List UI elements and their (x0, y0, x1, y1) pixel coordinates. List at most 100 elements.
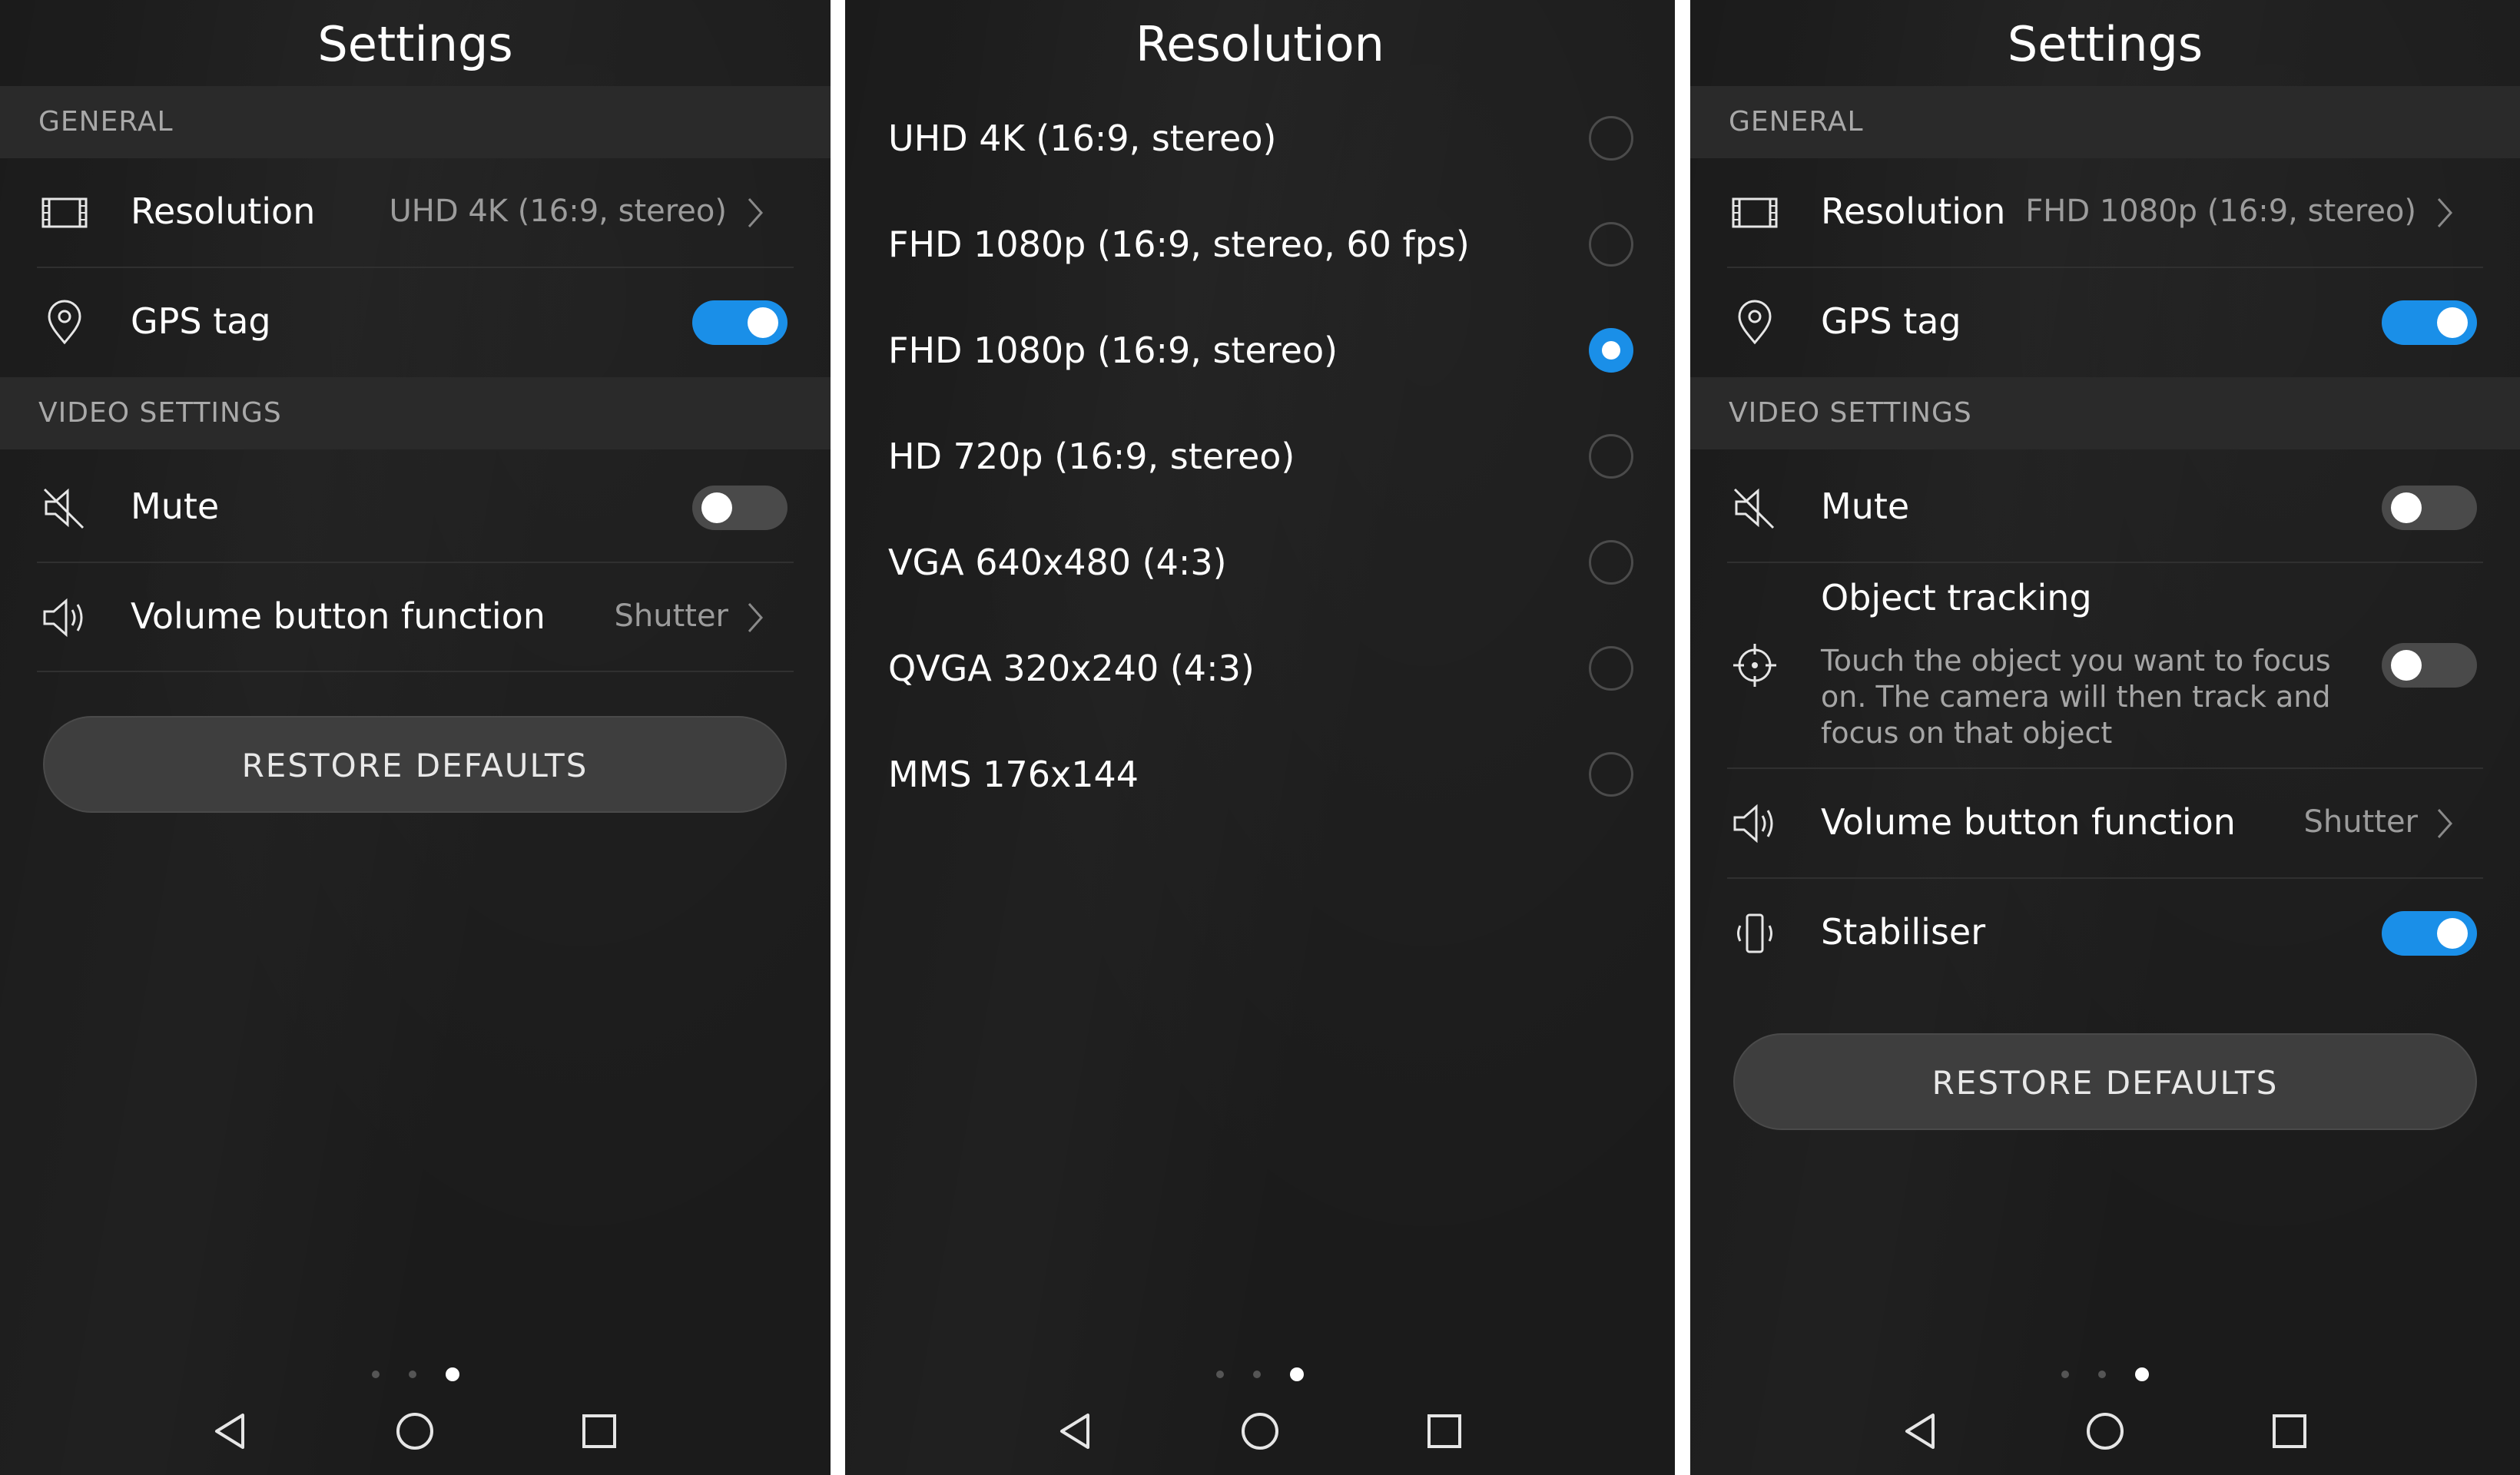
chevron-right-icon (2429, 190, 2460, 236)
section-header-video-settings: VIDEO SETTINGS (1690, 377, 2520, 449)
stabiliser-label: Stabiliser (1821, 911, 1986, 953)
resolution-label: Resolution (1821, 191, 2006, 232)
mute-toggle[interactable] (692, 486, 788, 530)
gps-tag-label: GPS tag (1821, 300, 1961, 342)
resolution-option[interactable]: MMS 176x144 (845, 721, 1675, 827)
speaker-muted-icon (38, 482, 91, 534)
navigation-bar (0, 1397, 831, 1466)
back-icon[interactable] (1887, 1397, 1956, 1466)
crosshair-icon (1729, 639, 1781, 691)
home-icon[interactable] (2071, 1397, 2140, 1466)
gps-tag-row[interactable]: GPS tag (1690, 268, 2520, 377)
back-icon[interactable] (1042, 1397, 1111, 1466)
mute-row[interactable]: Mute (1690, 453, 2520, 562)
radio-button[interactable] (1589, 434, 1633, 479)
resolution-value: FHD 1080p (16:9, stereo) (2025, 194, 2416, 229)
radio-button[interactable] (1589, 116, 1633, 161)
chevron-right-icon (740, 595, 771, 641)
resolution-option[interactable]: UHD 4K (16:9, stereo) (845, 85, 1675, 191)
mute-row[interactable]: Mute (0, 453, 831, 562)
resolution-row[interactable]: Resolution FHD 1080p (16:9, stereo) (1690, 158, 2520, 267)
volume-button-function-label: Volume button function (1821, 801, 2236, 843)
speaker-icon (38, 592, 91, 644)
toggle-knob (2437, 918, 2468, 949)
speaker-muted-icon (1729, 482, 1781, 534)
toggle-knob (701, 492, 732, 523)
page-indicator (1690, 1366, 2520, 1381)
radio-button-selected[interactable] (1589, 328, 1633, 373)
stabiliser-row[interactable]: Stabiliser (1690, 879, 2520, 988)
volume-button-function-value: Shutter (2303, 804, 2418, 840)
recents-icon[interactable] (1410, 1397, 1479, 1466)
resolution-option[interactable]: QVGA 320x240 (4:3) (845, 615, 1675, 721)
navigation-bar (1690, 1397, 2520, 1466)
gps-tag-toggle[interactable] (2382, 300, 2477, 345)
resolution-option[interactable]: FHD 1080p (16:9, stereo, 60 fps) (845, 191, 1675, 297)
film-frame-icon (38, 187, 91, 239)
resolution-option[interactable]: VGA 640x480 (4:3) (845, 509, 1675, 615)
radio-button[interactable] (1589, 540, 1633, 585)
phone-shake-icon (1729, 907, 1781, 960)
film-frame-icon (1729, 187, 1781, 239)
stabiliser-toggle[interactable] (2382, 911, 2477, 956)
page-title: Resolution (1136, 16, 1384, 72)
volume-button-function-label: Volume button function (131, 595, 545, 637)
page-dot (408, 1370, 416, 1378)
object-tracking-row[interactable]: Object tracking Touch the object you wan… (1690, 563, 2520, 768)
page-dot (1253, 1370, 1261, 1378)
location-pin-icon (38, 297, 91, 349)
radio-button[interactable] (1589, 752, 1633, 797)
object-tracking-label: Object tracking (1821, 577, 2092, 618)
resolution-screen: Resolution UHD 4K (16:9, stereo) FHD 108… (845, 0, 1675, 1475)
page-title: Settings (317, 16, 513, 72)
page-dot-active (1290, 1367, 1304, 1381)
page-dot-active (445, 1367, 459, 1381)
resolution-option-selected[interactable]: FHD 1080p (16:9, stereo) (845, 297, 1675, 403)
toggle-knob (2437, 307, 2468, 338)
divider (37, 671, 794, 672)
mute-toggle[interactable] (2382, 486, 2477, 530)
home-icon[interactable] (380, 1397, 449, 1466)
gps-tag-label: GPS tag (131, 300, 271, 342)
page-dot-active (2135, 1367, 2149, 1381)
settings-screen-2: Settings GENERAL Resolution FHD 1080p (1… (1690, 0, 2520, 1475)
resolution-option[interactable]: HD 720p (16:9, stereo) (845, 403, 1675, 509)
radio-button[interactable] (1589, 646, 1633, 691)
recents-icon[interactable] (565, 1397, 634, 1466)
location-pin-icon (1729, 297, 1781, 349)
resolution-option-label: UHD 4K (16:9, stereo) (888, 118, 1277, 159)
recents-icon[interactable] (2255, 1397, 2324, 1466)
object-tracking-toggle[interactable] (2382, 643, 2477, 688)
restore-defaults-button[interactable]: RESTORE DEFAULTS (1733, 1033, 2477, 1130)
page-dot (371, 1370, 380, 1378)
page-dot (2061, 1370, 2069, 1378)
volume-button-function-row[interactable]: Volume button function Shutter (1690, 769, 2520, 878)
page-indicator (0, 1366, 831, 1381)
gps-tag-row[interactable]: GPS tag (0, 268, 831, 377)
toggle-knob (2391, 650, 2422, 681)
resolution-option-label: FHD 1080p (16:9, stereo) (888, 330, 1338, 371)
restore-defaults-button[interactable]: RESTORE DEFAULTS (43, 716, 787, 813)
page-indicator (845, 1366, 1675, 1381)
home-icon[interactable] (1225, 1397, 1295, 1466)
toggle-knob (748, 307, 778, 338)
section-header-general: GENERAL (0, 86, 831, 158)
section-header-video-settings: VIDEO SETTINGS (0, 377, 831, 449)
chevron-right-icon (740, 190, 771, 236)
gps-tag-toggle[interactable] (692, 300, 788, 345)
navigation-bar (845, 1397, 1675, 1466)
resolution-value: UHD 4K (16:9, stereo) (389, 194, 727, 229)
resolution-option-label: QVGA 320x240 (4:3) (888, 648, 1255, 689)
resolution-row[interactable]: Resolution UHD 4K (16:9, stereo) (0, 158, 831, 267)
resolution-option-label: MMS 176x144 (888, 754, 1139, 795)
volume-button-function-value: Shutter (614, 598, 728, 634)
chevron-right-icon (2429, 800, 2460, 847)
settings-screen-1: Settings GENERAL Resolution UHD 4K (16:9… (0, 0, 831, 1475)
page-title: Settings (2007, 16, 2203, 72)
radio-button[interactable] (1589, 222, 1633, 267)
mute-label: Mute (1821, 486, 1910, 527)
volume-button-function-row[interactable]: Volume button function Shutter (0, 563, 831, 672)
resolution-label: Resolution (131, 191, 316, 232)
toggle-knob (2391, 492, 2422, 523)
back-icon[interactable] (197, 1397, 266, 1466)
